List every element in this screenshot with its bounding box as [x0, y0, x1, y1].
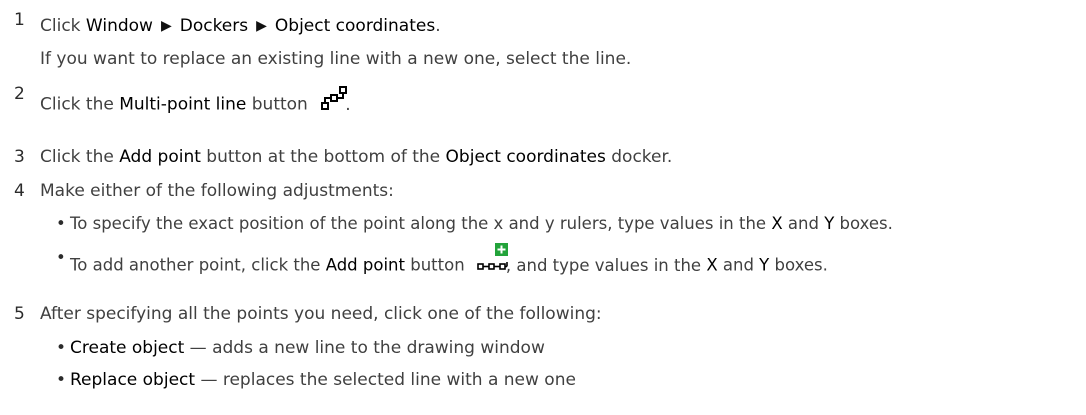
- menu-path-object-coordinates: Object coordinates: [274, 16, 436, 36]
- step-text-prefix: Click the: [40, 147, 120, 167]
- step-text-suffix: .: [435, 16, 441, 36]
- bullet-text-suffix: — adds a new line to the drawing window: [184, 338, 545, 358]
- multi-point-line-label: Multi-point line: [119, 94, 247, 115]
- step-text: Click the Multi-point line button .: [40, 86, 351, 119]
- step-text-prefix: Click the: [40, 94, 120, 115]
- bullet-text-suffix: — replaces the selected line with a new …: [195, 370, 576, 390]
- step-text-mid: button: [246, 94, 308, 115]
- y-box-label: Y: [824, 214, 835, 233]
- x-box-label: X: [706, 255, 718, 275]
- create-object-label: Create object: [70, 338, 185, 358]
- add-point-label: Add point: [325, 255, 405, 275]
- bullet-icon: •: [56, 214, 66, 233]
- bullet-text-mid: , and type values in the: [505, 255, 707, 275]
- bullet-text-mid: and: [717, 255, 760, 275]
- bullet-icon: •: [56, 247, 66, 267]
- instructions-document: 1 Click Window ▶ Dockers ▶ Object coordinate…: [0, 0, 1086, 415]
- step-number: 2: [14, 84, 25, 104]
- bullet-text-mid: button: [404, 255, 465, 275]
- bullet-text-mid: and: [782, 214, 825, 233]
- list-item: • Replace object — replaces the selected …: [56, 370, 576, 390]
- y-box-label: Y: [759, 255, 770, 275]
- step-number: 1: [14, 10, 25, 30]
- x-box-label: X: [771, 214, 783, 233]
- step-number: 4: [14, 181, 25, 201]
- step-text: Make either of the following adjustments…: [40, 181, 394, 201]
- menu-path-dockers: Dockers: [179, 16, 249, 36]
- list-item: • To specify the exact position of the po…: [56, 214, 893, 233]
- bullet-text-suffix: boxes.: [769, 255, 828, 275]
- step-number: 3: [14, 147, 25, 167]
- list-item: • Create object — adds a new line to the …: [56, 338, 545, 358]
- step-text: Click the Add point button at the bottom…: [40, 147, 672, 167]
- list-item: • To add another point, click the Add poi…: [56, 243, 828, 283]
- menu-arrow-icon: ▶: [160, 18, 172, 34]
- add-point-icon: [476, 243, 512, 277]
- bullet-text-suffix: boxes.: [834, 214, 893, 233]
- bullet-text-prefix: To specify the exact position of the poi…: [70, 214, 772, 233]
- add-point-label: Add point: [119, 147, 201, 167]
- menu-path-window: Window: [85, 16, 153, 36]
- step-text-prefix: Click: [40, 16, 86, 36]
- object-coordinates-label: Object coordinates: [445, 147, 606, 167]
- step-text-suffix: docker.: [605, 147, 673, 167]
- menu-arrow-icon: ▶: [256, 18, 267, 34]
- step-text-mid: button at the bottom of the: [200, 147, 446, 167]
- step-note: If you want to replace an existing line …: [40, 49, 632, 69]
- replace-object-label: Replace object: [70, 370, 196, 390]
- multi-point-line-icon: [319, 86, 349, 115]
- step-text: Click Window ▶ Dockers ▶ Object coordinates.: [40, 16, 441, 36]
- bullet-icon: •: [56, 338, 67, 358]
- bullet-text-prefix: To add another point, click the: [70, 255, 326, 275]
- step-text: After specifying all the points you need…: [40, 304, 602, 324]
- bullet-icon: •: [56, 370, 67, 390]
- step-number: 5: [14, 304, 25, 324]
